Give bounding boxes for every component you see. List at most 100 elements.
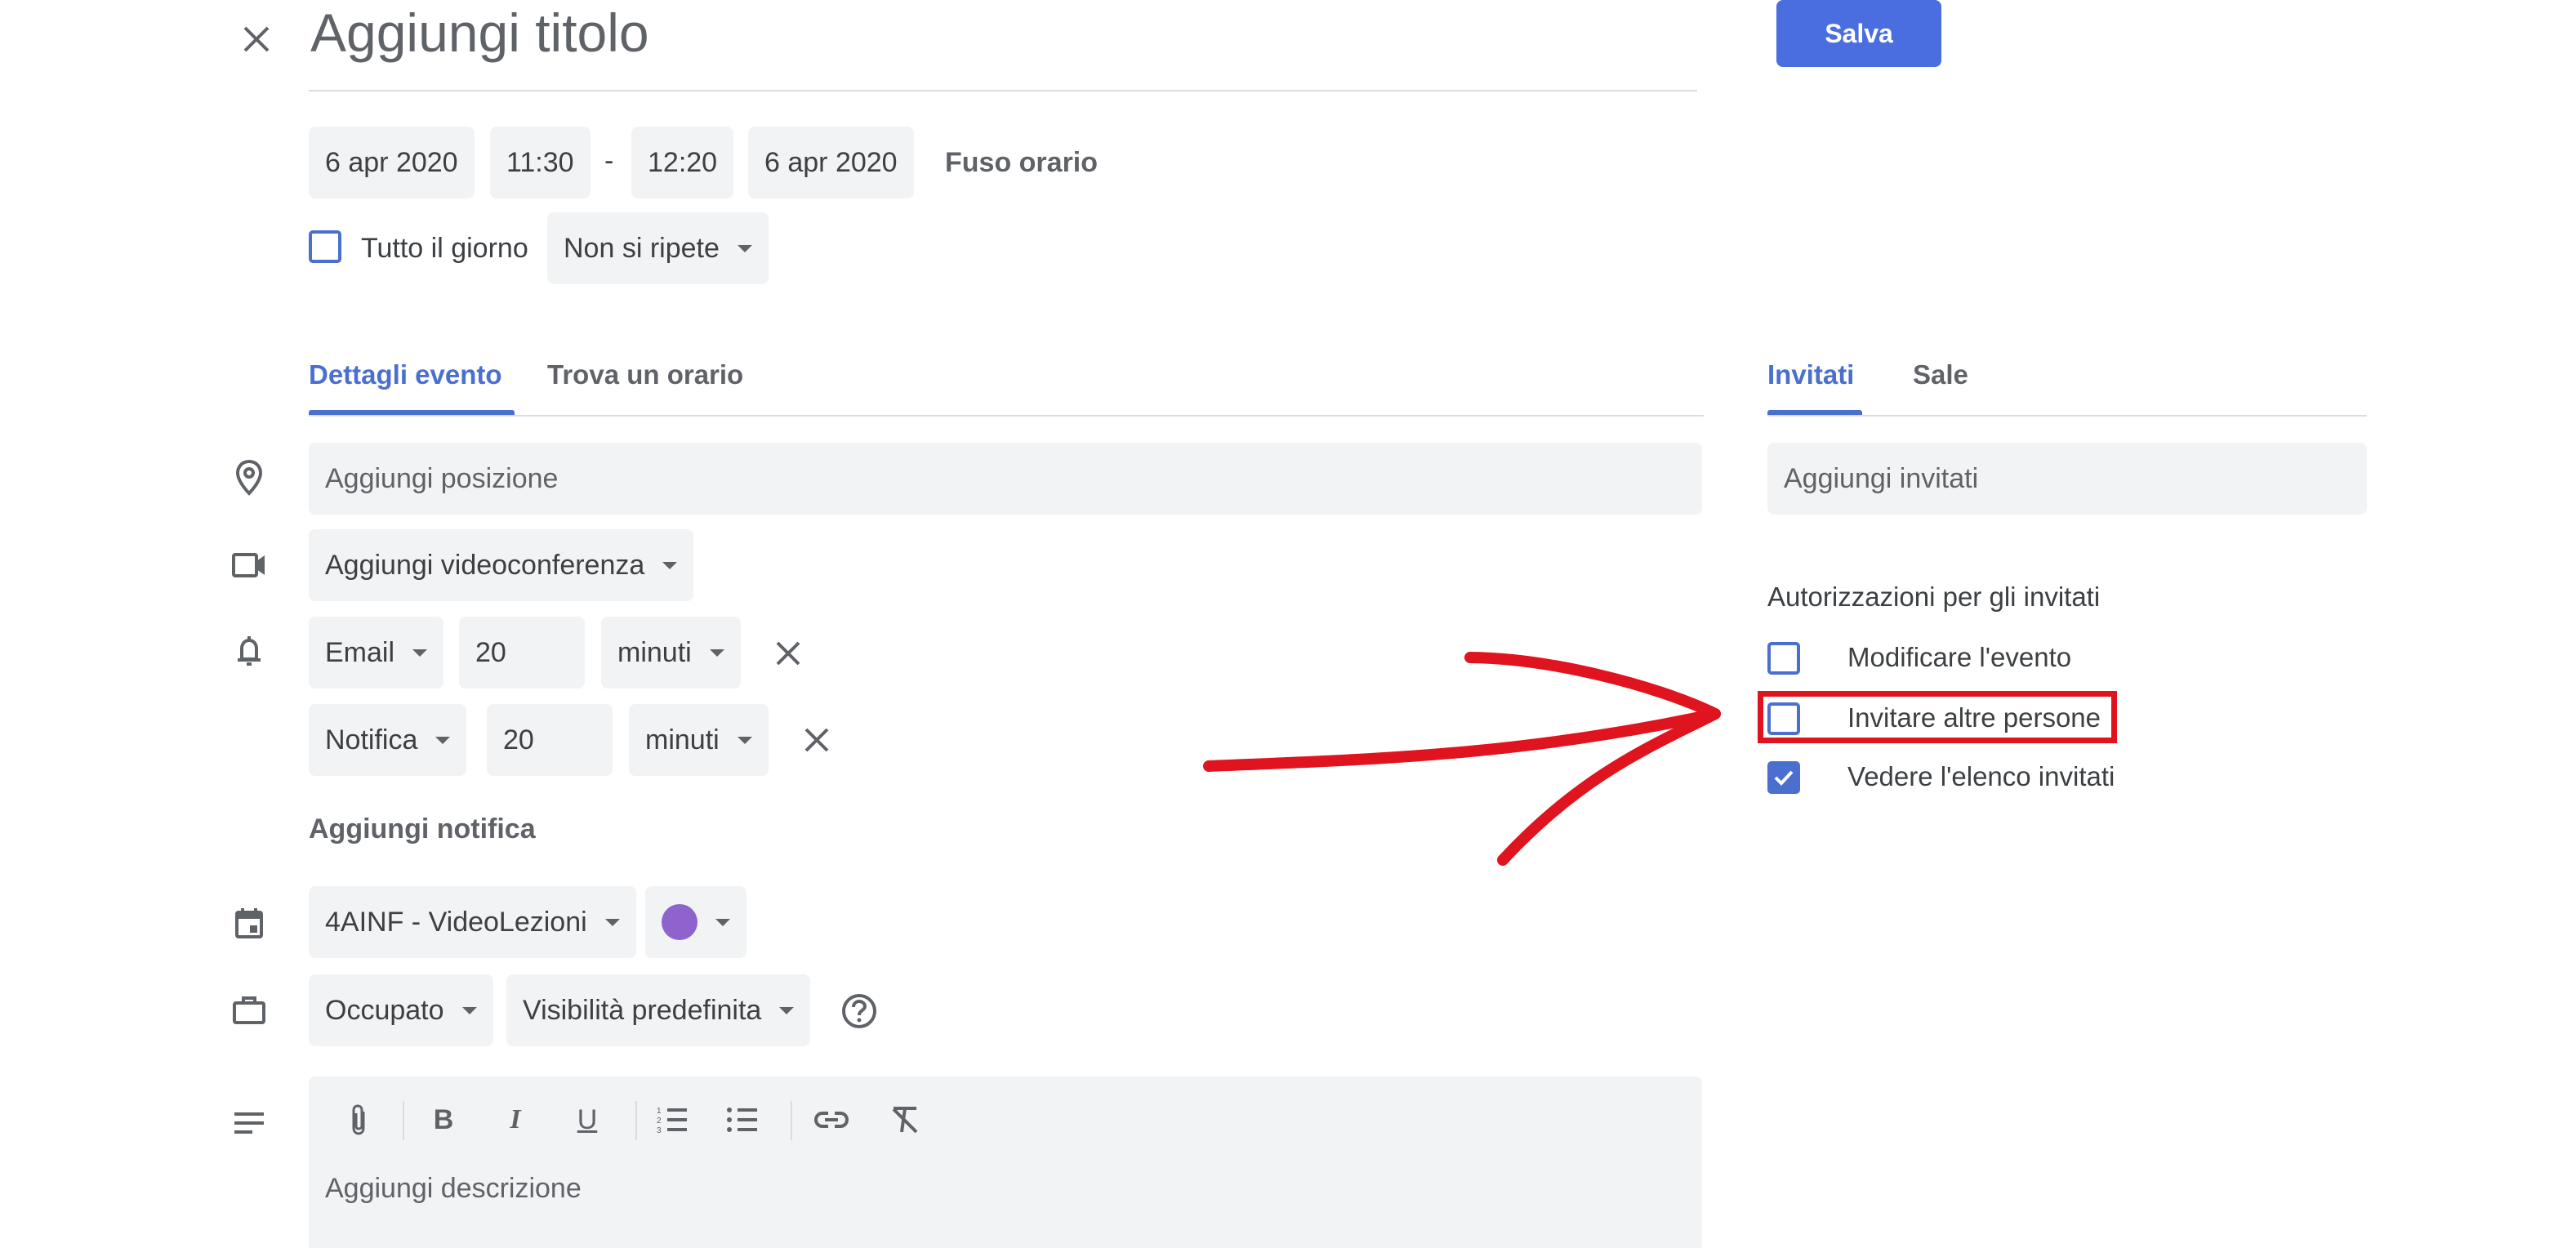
tab-rooms[interactable]: Sale [1913, 359, 1968, 390]
svg-text:3: 3 [657, 1126, 662, 1134]
location-pin-icon [225, 453, 274, 502]
numbered-list-icon[interactable]: 123 [652, 1099, 693, 1140]
calendar-icon [225, 898, 274, 947]
notification-type-dropdown[interactable]: Email [309, 617, 444, 689]
clear-format-icon[interactable] [885, 1099, 925, 1140]
underline-icon[interactable]: U [567, 1099, 608, 1140]
briefcase-icon [225, 986, 274, 1035]
chevron-down-icon [737, 736, 752, 744]
description-placeholder: Aggiungi descrizione [325, 1173, 582, 1204]
calendar-color-dropdown[interactable] [645, 886, 747, 958]
add-guests-placeholder: Aggiungi invitati [1784, 462, 1979, 494]
checkmark-icon [1774, 770, 1794, 786]
notification-unit-dropdown[interactable]: minuti [629, 704, 769, 776]
end-time-chip[interactable]: 12:20 [631, 127, 734, 198]
svg-text:2: 2 [657, 1117, 662, 1125]
title-input[interactable]: Aggiungi titolo [309, 0, 1697, 91]
tab-rooms-label: Sale [1913, 359, 1968, 390]
notification-value-text: 20 [503, 724, 534, 755]
tab-find-time[interactable]: Trova un orario [547, 359, 743, 390]
video-conference-dropdown[interactable]: Aggiungi videoconferenza [309, 529, 694, 601]
description-editor[interactable]: B I U 123 Aggiungi descrizione [309, 1076, 1702, 1248]
all-day-label: Tutto il giorno [361, 233, 528, 264]
color-swatch [662, 904, 697, 940]
remove-notification-icon[interactable] [764, 629, 813, 678]
add-guests-input[interactable]: Aggiungi invitati [1767, 443, 2367, 515]
add-notification-link[interactable]: Aggiungi notifica [309, 813, 536, 845]
chevron-down-icon [662, 561, 678, 569]
chevron-down-icon [737, 244, 752, 252]
attach-icon[interactable] [338, 1099, 379, 1140]
save-button[interactable]: Salva [1776, 0, 1941, 67]
formatting-toolbar: B I U 123 [309, 1093, 962, 1150]
tab-event-details-label: Dettagli evento [309, 359, 502, 390]
start-date-chip[interactable]: 6 apr 2020 [309, 127, 475, 198]
annotation-arrow [1203, 652, 1721, 866]
close-icon[interactable] [232, 15, 281, 64]
notification-type-dropdown[interactable]: Notifica [309, 704, 467, 776]
save-button-label: Salva [1825, 18, 1893, 48]
end-time-text: 12:20 [648, 146, 718, 178]
notification-type-text: Notifica [325, 724, 418, 755]
start-date-text: 6 apr 2020 [325, 146, 458, 178]
remove-notification-icon[interactable] [792, 715, 841, 764]
calendar-dropdown[interactable]: 4AINF - VideoLezioni [309, 886, 636, 958]
chevron-down-icon [779, 1006, 795, 1014]
notification-type-text: Email [325, 636, 395, 668]
chevron-down-icon [709, 649, 724, 657]
end-date-chip[interactable]: 6 apr 2020 [748, 127, 914, 198]
italic-icon[interactable]: I [495, 1099, 536, 1140]
end-date-text: 6 apr 2020 [764, 146, 898, 178]
notification-value-text: 20 [475, 636, 506, 668]
tab-guests-label: Invitati [1767, 359, 1855, 390]
right-tabs-divider [1767, 415, 2367, 417]
notification-unit-text: minuti [645, 724, 720, 755]
highlight-box [1758, 691, 2117, 743]
video-conference-text: Aggiungi videoconferenza [325, 549, 645, 581]
notification-unit-text: minuti [617, 636, 692, 668]
permission-see-list-checkbox[interactable] [1767, 761, 1800, 794]
notification-unit-dropdown[interactable]: minuti [601, 617, 741, 689]
start-time-text: 11:30 [506, 146, 574, 178]
tab-guests[interactable]: Invitati [1767, 359, 1854, 390]
toolbar-divider [635, 1101, 637, 1140]
repeat-dropdown[interactable]: Non si ripete [547, 212, 769, 284]
chevron-down-icon [461, 1006, 477, 1014]
availability-text: Occupato [325, 994, 444, 1026]
link-icon[interactable] [811, 1099, 852, 1140]
visibility-text: Visibilità predefinita [523, 994, 762, 1026]
bold-icon[interactable]: B [423, 1099, 464, 1140]
chevron-down-icon [604, 918, 620, 926]
help-icon[interactable] [835, 987, 884, 1036]
repeat-text: Non si ripete [564, 232, 720, 264]
description-icon [225, 1099, 274, 1148]
permissions-title: Autorizzazioni per gli invitati [1767, 582, 2101, 612]
bell-icon [225, 627, 274, 676]
start-time-chip[interactable]: 11:30 [490, 127, 591, 198]
availability-dropdown[interactable]: Occupato [309, 974, 493, 1046]
toolbar-divider [403, 1101, 404, 1140]
location-input[interactable]: Aggiungi posizione [309, 443, 1702, 515]
svg-text:1: 1 [657, 1107, 662, 1116]
tabs-divider [309, 415, 1704, 417]
tab-find-time-label: Trova un orario [547, 359, 744, 390]
all-day-checkbox[interactable] [309, 230, 341, 263]
chevron-down-icon [715, 918, 730, 926]
chevron-down-icon [412, 649, 428, 657]
toolbar-divider [791, 1101, 792, 1140]
calendar-text: 4AINF - VideoLezioni [325, 906, 587, 938]
chevron-down-icon [435, 736, 451, 744]
permission-see-list-label: Vedere l'elenco invitati [1847, 761, 2115, 791]
time-separator: - [604, 145, 614, 176]
permission-modify-checkbox[interactable] [1767, 642, 1800, 675]
tab-event-details[interactable]: Dettagli evento [309, 359, 502, 390]
video-camera-icon [225, 541, 274, 590]
visibility-dropdown[interactable]: Visibilità predefinita [506, 974, 811, 1046]
notification-value-input[interactable]: 20 [459, 617, 585, 689]
notification-value-input[interactable]: 20 [487, 704, 613, 776]
title-placeholder: Aggiungi titolo [310, 2, 649, 63]
location-placeholder: Aggiungi posizione [325, 462, 559, 494]
permission-modify-label: Modificare l'evento [1847, 642, 2072, 672]
bulleted-list-icon[interactable] [722, 1099, 763, 1140]
timezone-link[interactable]: Fuso orario [945, 147, 1098, 179]
